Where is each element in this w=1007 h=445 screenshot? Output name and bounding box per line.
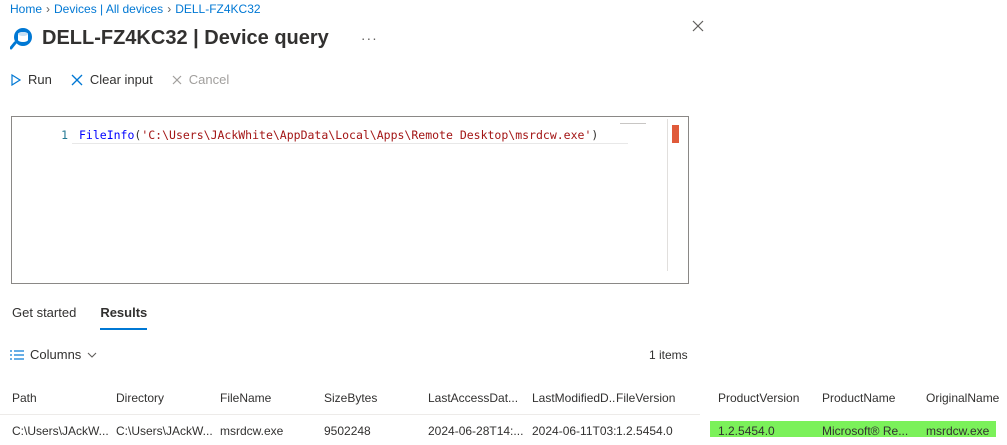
breadcrumb-devices[interactable]: Devices | All devices [54,2,163,16]
cell-path[interactable]: C:\Users\JAckW... [12,424,114,438]
page-title-device: DELL-FZ4KC32 [42,26,188,49]
result-tabs: Get started Results [12,305,148,330]
page-title-suffix: | Device query [187,26,329,49]
tab-results[interactable]: Results [100,305,148,330]
device-query-icon [10,28,32,50]
editor-line: 1 FileInfo('C:\Users\JAckWhite\AppData\L… [48,128,598,142]
page-title: DELL-FZ4KC32 | Device query [42,27,329,50]
editor-code[interactable]: FileInfo('C:\Users\JAckWhite\AppData\Loc… [79,128,598,142]
editor-scrollbar[interactable] [667,119,668,271]
cell-productname[interactable]: Microsoft® Re... [822,424,922,438]
column-header-lastaccess[interactable]: LastAccessDat... [428,391,528,405]
clear-input-button[interactable]: Clear input [70,72,153,87]
line-number: 1 [61,128,68,142]
column-header-productversion[interactable]: ProductVersion [718,391,818,405]
breadcrumb-home[interactable]: Home [10,2,42,16]
play-icon [11,73,22,86]
column-header-lastmodified[interactable]: LastModifiedD... [532,391,616,405]
chevron-right-icon: › [167,2,172,16]
cell-sizebytes[interactable]: 9502248 [324,424,424,438]
columns-label: Columns [30,347,82,362]
code-close-paren: ) [591,128,599,142]
column-header-sizebytes[interactable]: SizeBytes [324,391,424,405]
error-marker [672,125,679,143]
close-icon[interactable] [690,18,706,34]
title-row: DELL-FZ4KC32 | Device query ··· [10,26,378,50]
chevron-right-icon: › [46,2,51,16]
cell-filename[interactable]: msrdcw.exe [220,424,320,438]
header-divider [0,414,700,415]
toolbar: Run Clear input Cancel [10,72,229,87]
run-button-label: Run [28,72,52,87]
cell-originalname[interactable]: msrdcw.exe [926,424,1006,438]
column-header-fileversion[interactable]: FileVersion [616,391,702,405]
minimap-line [620,123,646,124]
cell-productversion[interactable]: 1.2.5454.0 [718,424,818,438]
cancel-icon [172,75,182,84]
column-header-productname[interactable]: ProductName [822,391,922,405]
current-line-underline [72,143,628,144]
column-header-directory[interactable]: Directory [116,391,216,405]
cancel-button[interactable]: Cancel [171,72,229,87]
more-options-icon[interactable]: ··· [361,30,378,46]
breadcrumb: Home › Devices | All devices › DELL-FZ4K… [10,2,261,16]
tab-get-started[interactable]: Get started [12,305,76,330]
breadcrumb-device[interactable]: DELL-FZ4KC32 [175,2,260,16]
cancel-button-label: Cancel [188,72,230,87]
cell-directory[interactable]: C:\Users\JAckW... [116,424,218,438]
columns-icon [10,349,24,360]
clear-icon [71,74,83,85]
column-header-path[interactable]: Path [12,391,112,405]
column-header-originalname[interactable]: OriginalName [926,391,1006,405]
query-editor[interactable]: 1 FileInfo('C:\Users\JAckWhite\AppData\L… [11,116,689,284]
cell-lastmodified[interactable]: 2024-06-11T03:... [532,424,616,438]
code-function: FileInfo [79,128,135,142]
code-string: 'C:\Users\JAckWhite\AppData\Local\Apps\R… [141,128,592,142]
cell-fileversion[interactable]: 1.2.5454.0 [616,424,702,438]
run-button[interactable]: Run [10,72,52,87]
chevron-down-icon [87,352,97,358]
column-header-filename[interactable]: FileName [220,391,320,405]
clear-input-label: Clear input [89,72,153,87]
columns-button[interactable]: Columns [10,347,97,362]
items-count: 1 items [649,348,688,362]
cell-lastaccess[interactable]: 2024-06-28T14:... [428,424,528,438]
